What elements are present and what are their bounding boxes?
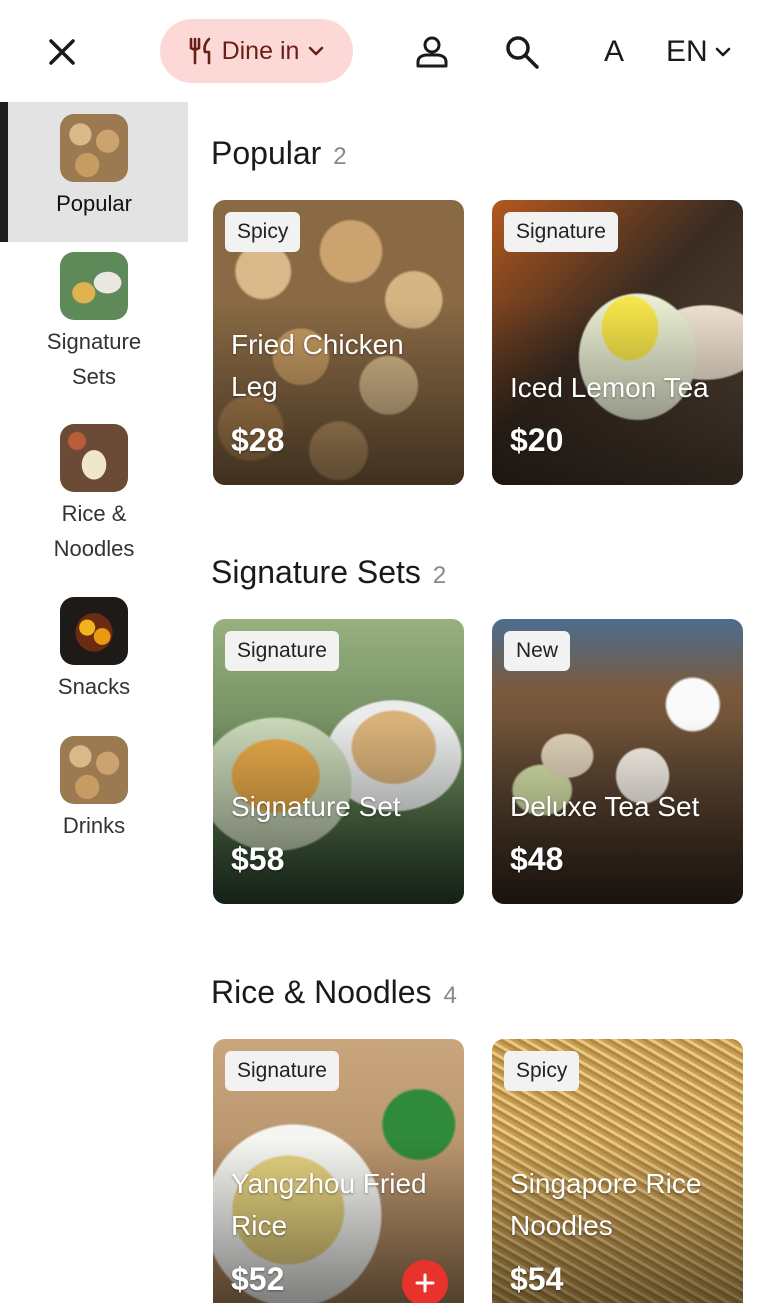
category-thumbnail xyxy=(60,114,128,182)
fork-knife-icon xyxy=(189,37,210,65)
section-title: Signature Sets xyxy=(211,554,421,590)
section-header-signature-sets: Signature Sets 2 xyxy=(211,554,446,591)
top-bar: Dine in A EN xyxy=(0,0,768,102)
item-price: $58 xyxy=(231,841,285,877)
search-icon xyxy=(506,36,539,69)
item-name: Iced Lemon Tea xyxy=(510,372,709,403)
item-badge: Spicy xyxy=(225,212,301,252)
item-price: $20 xyxy=(510,422,564,458)
menu-item-card[interactable]: Signature Yangzhou Fried Rice $52 xyxy=(213,1039,464,1303)
sidebar-item-popular[interactable]: Popular xyxy=(0,102,188,242)
sidebar-item-label: Drinks xyxy=(62,813,126,838)
sidebar-item-label: Snacks xyxy=(57,674,131,699)
dine-mode-selector[interactable]: Dine in xyxy=(160,19,353,83)
sidebar-item-label: Popular xyxy=(56,191,132,216)
item-badge: Signature xyxy=(504,212,618,252)
person-icon xyxy=(416,36,448,68)
category-thumbnail xyxy=(60,252,128,320)
sidebar-item-drinks[interactable]: Drinks xyxy=(0,736,188,843)
section-count: 2 xyxy=(432,562,447,589)
section-header-popular: Popular 2 xyxy=(211,135,347,172)
plus-icon xyxy=(415,1273,435,1293)
language-selector[interactable]: EN xyxy=(666,30,732,74)
item-name: Singapore Rice Noodles xyxy=(510,1168,702,1241)
item-name: Fried Chicken Leg xyxy=(231,329,404,402)
item-badge: Signature xyxy=(225,631,339,671)
section-header-rice-noodles: Rice & Noodles 4 xyxy=(211,974,457,1011)
item-badge: New xyxy=(504,631,571,671)
account-button[interactable] xyxy=(410,30,454,74)
item-price: $54 xyxy=(510,1261,564,1297)
font-size-button[interactable]: A xyxy=(592,30,636,74)
item-badge: Signature xyxy=(225,1051,339,1091)
menu-item-card[interactable]: Spicy Fried Chicken Leg $28 xyxy=(213,200,464,485)
item-name: Signature Set xyxy=(231,791,401,822)
sidebar-item-rice-noodles[interactable]: Rice & Noodles xyxy=(0,424,188,566)
language-code: EN xyxy=(666,35,708,68)
section-title: Rice & Noodles xyxy=(211,974,432,1010)
menu-item-card[interactable]: Signature Iced Lemon Tea $20 xyxy=(492,200,743,485)
item-name: Deluxe Tea Set xyxy=(510,791,700,822)
menu-item-card[interactable]: Signature Signature Set $58 xyxy=(213,619,464,904)
section-count: 2 xyxy=(333,143,347,170)
category-thumbnail xyxy=(60,424,128,492)
font-size-label: A xyxy=(603,35,624,68)
close-icon xyxy=(49,39,75,65)
item-badge: Spicy xyxy=(504,1051,580,1091)
sidebar-item-label: Signature Sets xyxy=(46,329,142,389)
chevron-down-icon xyxy=(715,47,730,57)
category-thumbnail xyxy=(60,736,128,804)
sidebar-item-label: Rice & Noodles xyxy=(53,501,135,561)
menu-item-card[interactable]: Spicy Singapore Rice Noodles $54 xyxy=(492,1039,743,1303)
sidebar-item-snacks[interactable]: Snacks xyxy=(0,597,188,704)
add-to-cart-button[interactable] xyxy=(402,1260,448,1303)
menu-item-card[interactable]: New Deluxe Tea Set $48 xyxy=(492,619,743,904)
item-name: Yangzhou Fried Rice xyxy=(231,1168,427,1241)
category-sidebar: Popular Signature Sets Rice & Noodles Sn… xyxy=(0,102,188,1303)
close-button[interactable] xyxy=(40,30,84,74)
search-button[interactable] xyxy=(500,30,544,74)
section-title: Popular xyxy=(211,135,322,171)
chevron-down-icon xyxy=(309,46,324,56)
sidebar-item-signature-sets[interactable]: Signature Sets xyxy=(0,252,188,394)
item-price: $52 xyxy=(231,1261,285,1297)
category-thumbnail xyxy=(60,597,128,665)
section-count: 4 xyxy=(443,982,457,1009)
dine-mode-label: Dine in xyxy=(221,36,300,65)
item-price: $28 xyxy=(231,422,285,458)
item-price: $48 xyxy=(510,841,564,877)
